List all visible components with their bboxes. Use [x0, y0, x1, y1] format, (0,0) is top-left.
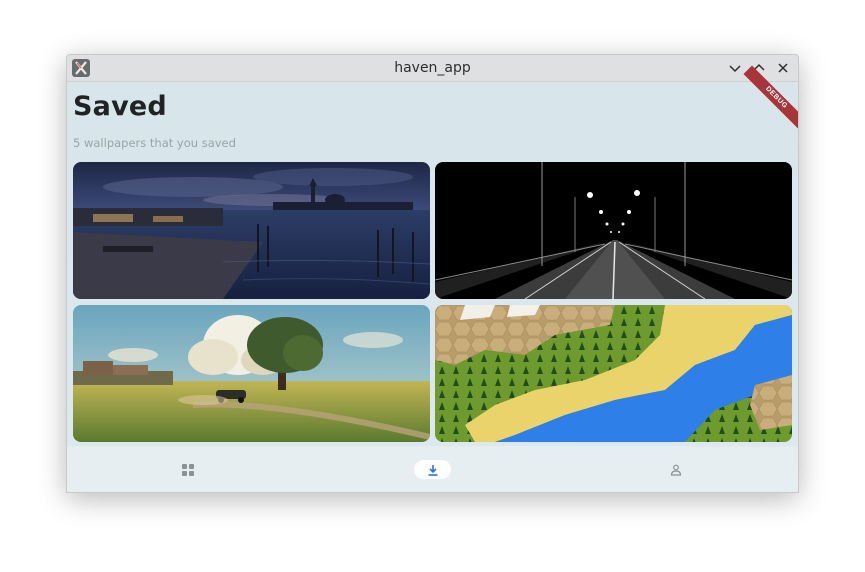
- person-icon[interactable]: [667, 460, 684, 479]
- window-title: haven_app: [394, 60, 471, 76]
- close-icon[interactable]: [774, 59, 792, 77]
- saved-page: Saved 5 wallpapers that you saved DEBUG: [67, 65, 798, 446]
- download-icon[interactable]: [414, 460, 451, 479]
- grid-icon[interactable]: [179, 460, 196, 479]
- minimize-chevron-down-icon[interactable]: [726, 59, 744, 77]
- page-subtitle: 5 wallpapers that you saved: [73, 136, 236, 150]
- title-bar[interactable]: haven_app: [67, 55, 798, 82]
- wallpaper-tile-venice[interactable]: [73, 162, 430, 299]
- bottom-navigation: [67, 447, 798, 492]
- wallpaper-tile-countryside[interactable]: [73, 305, 430, 442]
- page-title: Saved: [73, 91, 167, 122]
- app-window: haven_app Saved 5 wallpapers that you sa…: [66, 54, 799, 493]
- wallpaper-tile-highway[interactable]: [435, 162, 792, 299]
- wallpaper-tile-hex-island[interactable]: [435, 305, 792, 442]
